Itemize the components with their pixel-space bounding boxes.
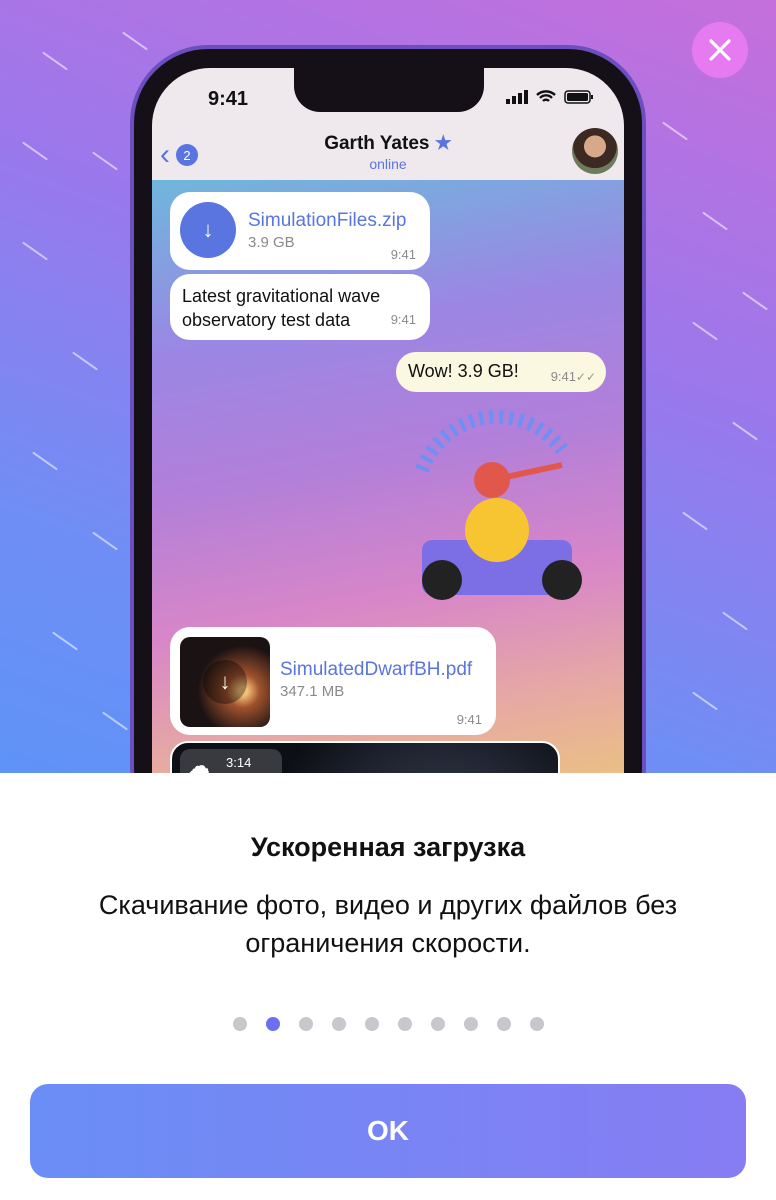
speed-streak <box>42 51 68 71</box>
download-icon: ↓ <box>180 202 236 258</box>
speed-streak <box>102 711 128 731</box>
phone-notch <box>294 68 484 112</box>
message-time: 9:41 <box>550 369 576 384</box>
close-icon <box>709 39 731 61</box>
ok-button[interactable]: OK <box>30 1084 746 1178</box>
file-name: SimulationFiles.zip <box>248 210 407 231</box>
page-dot[interactable] <box>298 1017 313 1031</box>
speed-streak <box>52 631 78 651</box>
speed-streak <box>122 31 148 51</box>
speed-streak <box>22 141 48 161</box>
close-button[interactable] <box>692 22 748 78</box>
status-icons <box>506 90 594 104</box>
speed-streak <box>742 291 768 311</box>
phone-screen: 9:41 ‹ 2 Garth Yates ★ online ↓ Simulatio… <box>152 68 624 773</box>
message-video[interactable]: ☁ 3:14 <box>170 741 560 773</box>
file-size: 347.1 MB <box>280 683 345 700</box>
speed-streak <box>92 531 118 551</box>
speed-streak <box>682 511 708 531</box>
cloud-download-icon: ☁ <box>188 753 210 773</box>
wifi-icon <box>536 90 556 102</box>
feature-description: Скачивание фото, видео и других файлов б… <box>98 890 678 958</box>
page-dot[interactable] <box>463 1017 478 1031</box>
page-dot[interactable] <box>265 1017 280 1031</box>
page-dot[interactable] <box>232 1017 247 1031</box>
message-body: Latest gravitational wave observatory te… <box>182 286 381 330</box>
page-dot[interactable] <box>430 1017 445 1031</box>
page-dot[interactable] <box>331 1017 346 1031</box>
star-icon: ★ <box>434 133 452 154</box>
double-check-icon: ✓✓ <box>575 370 596 384</box>
hero-illustration: 9:41 ‹ 2 Garth Yates ★ online ↓ Simulatio… <box>0 0 776 773</box>
speed-streak <box>22 241 48 261</box>
speed-streak <box>72 351 98 371</box>
chat-header: ‹ 2 Garth Yates ★ online <box>152 120 624 180</box>
speed-streak <box>32 451 58 471</box>
message-time: 9:41 <box>390 247 416 262</box>
file-name: SimulatedDwarfBH.pdf <box>280 659 473 680</box>
signal-icon <box>506 90 528 104</box>
page-dot[interactable] <box>364 1017 379 1031</box>
speed-streak <box>692 321 718 341</box>
speed-streak <box>732 421 758 441</box>
race-car-sticker <box>402 410 592 610</box>
video-duration: 3:14 <box>226 755 252 770</box>
message-body: Wow! 3.9 GB! <box>408 361 519 381</box>
message-file[interactable]: ↓ SimulationFiles.zip 3.9 GB 9:41 <box>170 192 430 270</box>
speed-streak <box>92 151 118 171</box>
video-info: ☁ 3:14 <box>180 749 282 773</box>
contact-status: online <box>369 156 407 172</box>
speed-streak <box>702 211 728 231</box>
speed-streak <box>692 691 718 711</box>
battery-icon <box>564 90 593 104</box>
message-file[interactable]: ↓ SimulatedDwarfBH.pdf 347.1 MB 9:41 <box>170 627 496 735</box>
chat-area: ↓ SimulationFiles.zip 3.9 GB 9:41 Latest… <box>152 180 624 773</box>
message-time: 9:41 <box>456 712 482 727</box>
page-indicator <box>0 1017 776 1031</box>
status-time: 9:41 <box>208 88 249 110</box>
message-outgoing: Wow! 3.9 GB! 9:41 ✓✓ <box>396 352 606 392</box>
page-dot[interactable] <box>496 1017 511 1031</box>
speed-streak <box>662 121 688 141</box>
feature-title: Ускоренная загрузка <box>250 832 526 862</box>
page-dot[interactable] <box>529 1017 544 1031</box>
message-text: Latest gravitational wave observatory te… <box>170 274 430 340</box>
message-time: 9:41 <box>390 312 416 327</box>
file-size: 3.9 GB <box>248 234 295 251</box>
contact-name: Garth Yates <box>324 133 430 154</box>
avatar[interactable] <box>572 128 618 174</box>
speed-streak <box>722 611 748 631</box>
download-icon[interactable]: ↓ <box>203 660 247 704</box>
page-dot[interactable] <box>397 1017 412 1031</box>
